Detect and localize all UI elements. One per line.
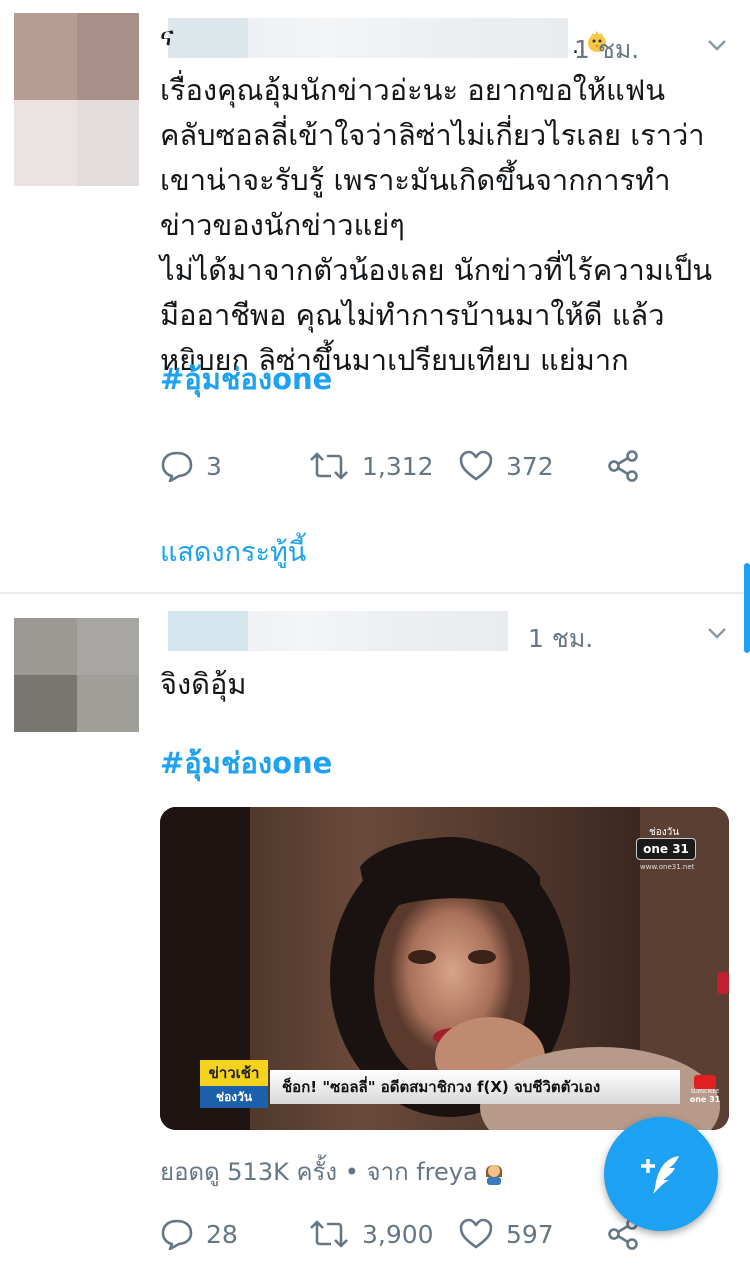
- news-tag-bottom: ช่องวัน: [215, 1089, 253, 1104]
- view-count: ยอดดู 513K ครั้ง • จาก freya: [160, 1152, 506, 1191]
- headline-text: ช็อก! "ซอลลี่" อดีตสมาชิกวง f(X) จบชีวิต…: [282, 1078, 601, 1096]
- retweet-count: 3,900: [362, 1219, 434, 1249]
- headline-bar: ช็อก! "ซอลลี่" อดีตสมาชิกวง f(X) จบชีวิต…: [270, 1070, 680, 1104]
- reply-button[interactable]: 3: [160, 446, 222, 486]
- channel-url: www.one31.net: [640, 863, 695, 871]
- video-thumbnail[interactable]: ช่องวัน one 31 www.one31.net ข่าวเช้า ช่…: [160, 807, 729, 1130]
- tweet-body-line: เรื่องคุณอุ้มนักข่าวอ่ะนะ อยากขอให้แฟน: [160, 73, 666, 107]
- view-count-text: ยอดดู 513K ครั้ง • จาก freya: [160, 1158, 478, 1186]
- chevron-down-icon[interactable]: [707, 626, 727, 640]
- channel-logo-text: one 31: [643, 842, 689, 856]
- scrollbar-thumb[interactable]: [744, 563, 750, 653]
- retweet-icon: [310, 1220, 348, 1248]
- retweet-button[interactable]: 1,312: [308, 446, 434, 486]
- subscribe-logo: one 31: [689, 1095, 721, 1104]
- retweet-button[interactable]: 3,900: [308, 1214, 434, 1254]
- avatar[interactable]: [14, 618, 139, 732]
- like-count: 597: [506, 1219, 554, 1249]
- heart-icon: [459, 450, 493, 481]
- subscribe-badge: SUBSCRIBE one 31: [688, 1075, 722, 1113]
- avatar[interactable]: [14, 13, 139, 186]
- like-button[interactable]: 372: [458, 446, 554, 486]
- tweet-timestamp[interactable]: 1 ชม.: [528, 619, 593, 659]
- red-dot-indicator: [717, 972, 729, 994]
- reply-count: 3: [206, 451, 222, 481]
- show-thread-link[interactable]: แสดงกระทู้นี้: [160, 530, 306, 573]
- tweet-body: เรื่องคุณอุ้มนักข่าวอ่ะนะ อยากขอให้แฟน ค…: [160, 68, 740, 383]
- tweet-card[interactable]: ና .. 1 ชม. เรื่องคุณอุ้มนักข่าวอ่ะนะ อยา…: [0, 0, 750, 593]
- news-tag-top: ข่าวเช้า: [208, 1064, 260, 1082]
- reply-button[interactable]: 28: [160, 1214, 238, 1254]
- reply-count: 28: [206, 1219, 238, 1249]
- tweet-body: จิงดิอุ้ม: [160, 667, 247, 701]
- tweet-body-line: ข่าวของนักข่าวแย่ๆ: [160, 208, 405, 242]
- like-button[interactable]: 597: [458, 1214, 554, 1254]
- author-name-visible: ና: [160, 22, 174, 52]
- person-emoji-icon: [482, 1159, 506, 1185]
- reply-icon: [161, 1219, 193, 1250]
- share-button[interactable]: [606, 446, 640, 486]
- compose-feather-icon: [641, 1156, 679, 1194]
- tweet-body-line: เขาน่าจะรับรู้ เพราะมันเกิดขึ้นจากการทำ: [160, 163, 671, 197]
- author-name-blurred[interactable]: [168, 18, 568, 58]
- compose-tweet-button[interactable]: [604, 1117, 718, 1231]
- chevron-down-icon[interactable]: [707, 38, 727, 52]
- hashtag-link[interactable]: #อุ้มช่องone: [160, 356, 332, 402]
- author-name-blurred[interactable]: [168, 611, 508, 651]
- tweet-timestamp[interactable]: 1 ชม.: [574, 30, 639, 70]
- reply-icon: [161, 451, 193, 482]
- channel-logo: one 31: [636, 838, 696, 860]
- hashtag-link[interactable]: #อุ้มช่องone: [160, 740, 332, 786]
- tweet-body-line: ไม่ได้มาจากตัวน้องเลย นักข่าวที่ไร้ความเ…: [160, 253, 713, 287]
- heart-icon: [459, 1218, 493, 1249]
- tweet-body-line: คลับซอลลี่เข้าใจว่าลิซ่าไม่เกี่ยวไรเลย เ…: [160, 118, 705, 152]
- tweet-actions: 3 1,312 372: [160, 446, 720, 486]
- retweet-icon: [310, 452, 348, 480]
- news-tag: ข่าวเช้า ช่องวัน: [200, 1060, 268, 1108]
- retweet-count: 1,312: [362, 451, 434, 481]
- like-count: 372: [506, 451, 554, 481]
- share-icon: [608, 450, 638, 482]
- tweet-body-line: มืออาชีพอ คุณไม่ทำการบ้านมาให้ดี แล้ว: [160, 298, 665, 332]
